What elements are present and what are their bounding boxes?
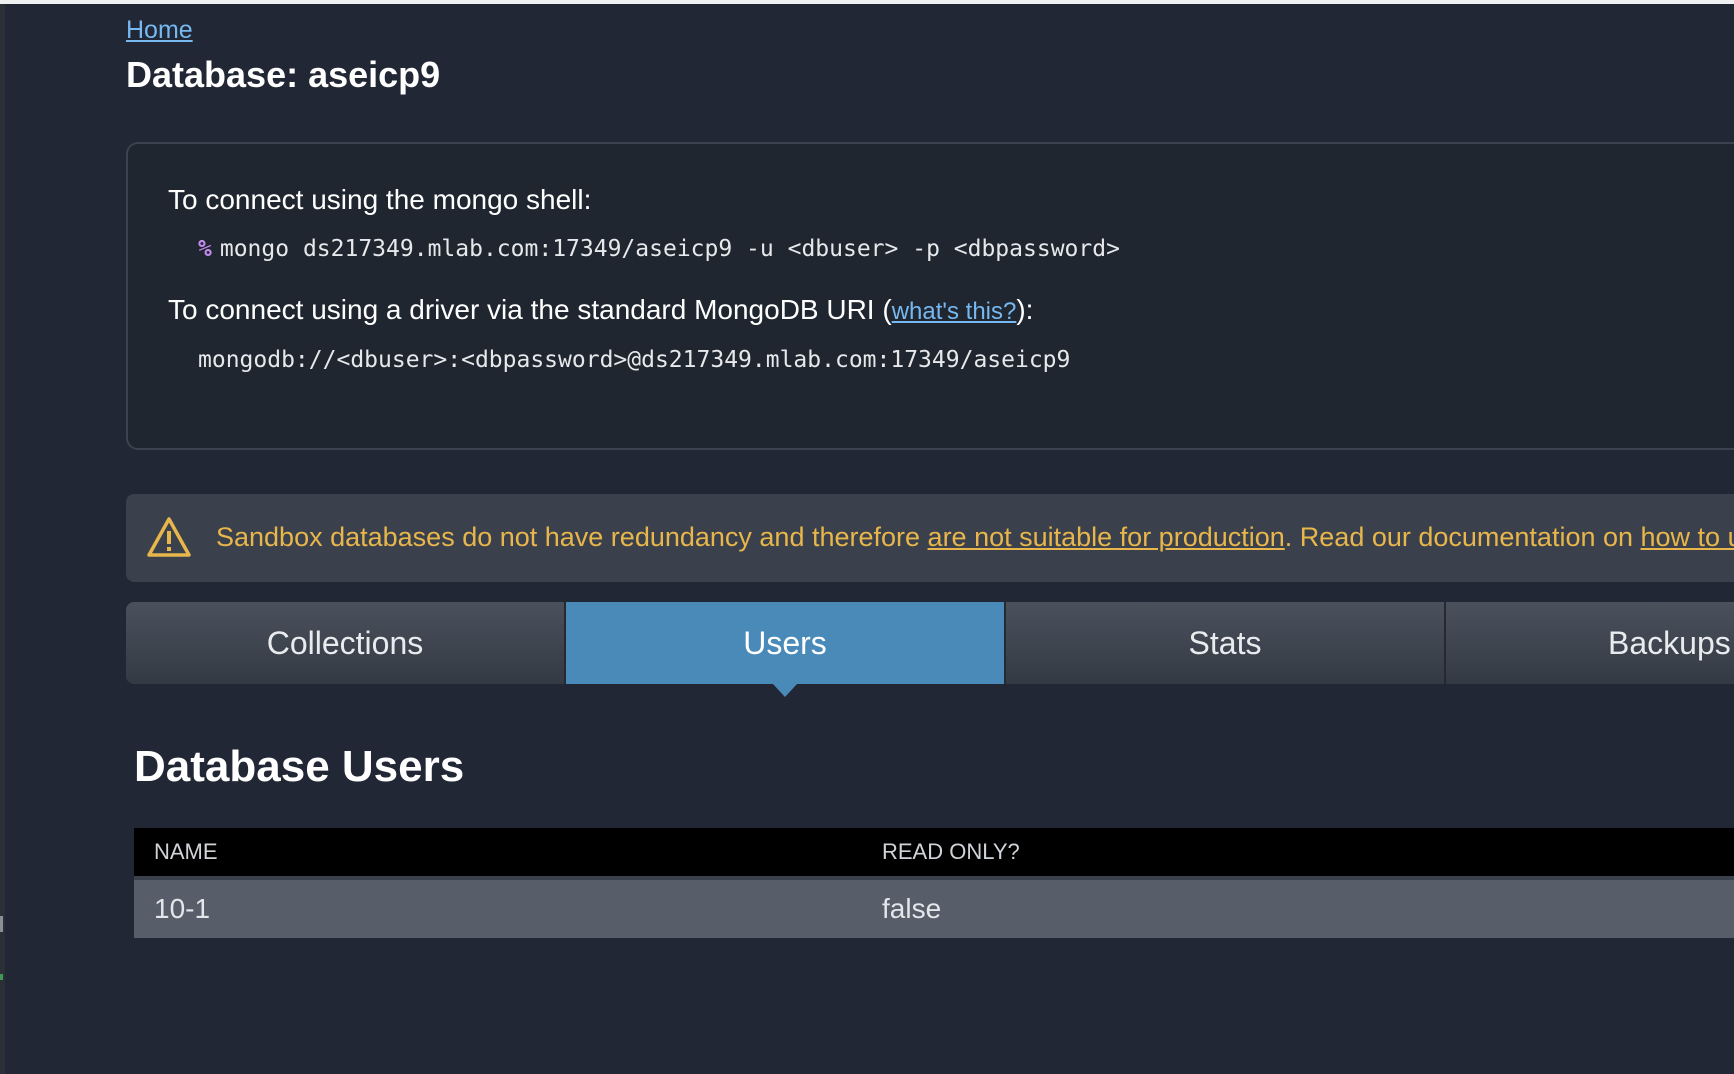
driver-heading-suffix: ):	[1016, 294, 1034, 325]
tab-backups[interactable]: Backups	[1446, 602, 1734, 684]
shell-prompt: %	[198, 236, 212, 262]
table-row[interactable]: 10-1 false	[134, 876, 1734, 938]
table-header-row: NAME READ ONLY?	[134, 828, 1734, 878]
not-suitable-link[interactable]: are not suitable for production	[928, 522, 1285, 552]
window-top-edge	[0, 0, 1734, 4]
warning-text-middle: . Read our documentation on	[1284, 522, 1641, 552]
read-only-cell: false	[862, 876, 1734, 938]
warning-message: Sandbox databases do not have redundancy…	[216, 522, 1734, 553]
tab-users[interactable]: Users	[566, 602, 1006, 684]
column-header-name[interactable]: NAME	[134, 828, 862, 878]
tab-stats[interactable]: Stats	[1006, 602, 1446, 684]
shell-command-line: % mongo ds217349.mlab.com:17349/aseicp9 -…	[198, 236, 1120, 262]
how-to-upgrade-link[interactable]: how to upgrade	[1641, 522, 1734, 552]
driver-connect-heading: To connect using a driver via the standa…	[168, 294, 1033, 326]
whats-this-link[interactable]: what's this?	[892, 298, 1017, 325]
database-users-table: NAME READ ONLY? 10-1 false	[134, 828, 1734, 938]
edge-marker-green	[0, 974, 3, 980]
column-header-read-only[interactable]: READ ONLY?	[862, 828, 1734, 878]
page: Home Database: aseicp9 To connect using …	[0, 0, 1734, 1074]
edge-marker	[0, 916, 3, 932]
database-tabs: Collections Users Stats Backups	[126, 602, 1734, 697]
user-name-cell: 10-1	[134, 876, 862, 938]
sandbox-warning-banner: Sandbox databases do not have redundancy…	[126, 494, 1734, 582]
shell-command: mongo ds217349.mlab.com:17349/aseicp9 -u…	[219, 236, 1120, 262]
driver-heading-prefix: To connect using a driver via the standa…	[168, 294, 892, 325]
breadcrumb-home-link[interactable]: Home	[126, 16, 193, 45]
section-title: Database Users	[134, 742, 465, 791]
connection-info-panel: To connect using the mongo shell: % mongo…	[126, 142, 1734, 450]
shell-connect-heading: To connect using the mongo shell:	[168, 184, 592, 215]
page-title: Database: aseicp9	[126, 54, 441, 95]
tab-collections[interactable]: Collections	[126, 602, 566, 684]
driver-uri: mongodb://<dbuser>:<dbpassword>@ds217349…	[198, 347, 1071, 373]
left-window-edge	[0, 4, 5, 1074]
warning-text-start: Sandbox databases do not have redundancy…	[216, 522, 928, 552]
active-tab-pointer	[773, 684, 797, 697]
warning-triangle-icon	[147, 517, 191, 557]
